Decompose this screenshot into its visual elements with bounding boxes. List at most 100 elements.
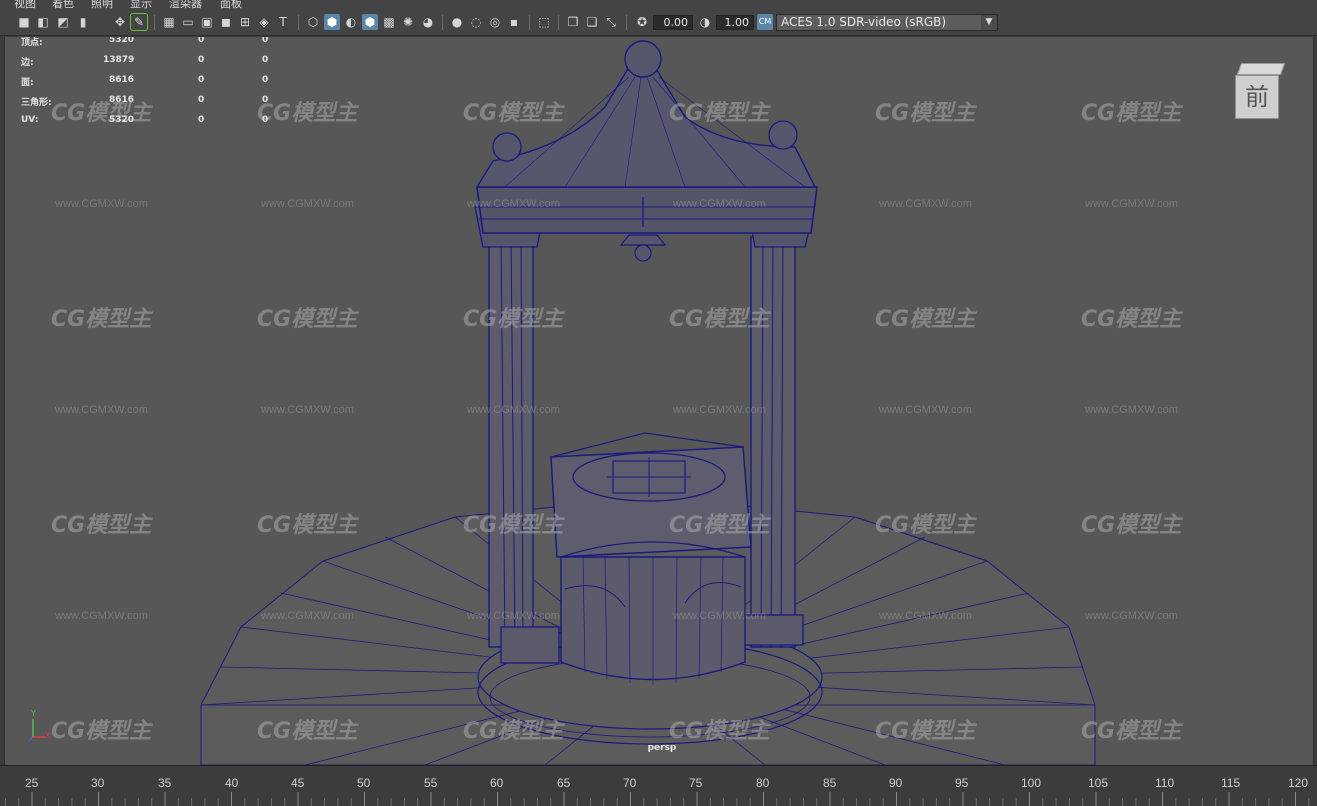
resolution-gate-icon[interactable]: ▣	[199, 14, 215, 30]
bookmark-icon[interactable]: ◩	[55, 14, 71, 30]
wishing-well-wireframe	[200, 40, 1096, 765]
watermark-url: www.CGMXW.com	[1085, 198, 1178, 210]
color-management-icon[interactable]: CM	[757, 14, 773, 30]
axis-gizmo: Y X	[27, 709, 51, 743]
frame-label: 100	[1021, 776, 1042, 790]
frame-label: 85	[823, 776, 837, 790]
watermark-url: www.CGMXW.com	[1085, 404, 1178, 416]
watermark-url: www.CGMXW.com	[879, 198, 972, 210]
menu-shading[interactable]: 着色	[52, 0, 74, 10]
camera-attributes-icon[interactable]: ◧	[35, 14, 51, 30]
gamma-field[interactable]: 1.00	[716, 15, 754, 30]
axis-y-label: Y	[31, 709, 36, 718]
watermark-logo: CG模型主	[875, 513, 976, 538]
watermark-url: www.CGMXW.com	[467, 610, 560, 622]
frame-label: 90	[889, 776, 903, 790]
safe-action-icon[interactable]: ◈	[256, 14, 272, 30]
frame-label: 60	[490, 776, 504, 790]
watermark-logo: CG模型主	[669, 719, 770, 744]
frame-label: 50	[357, 776, 371, 790]
view-cube-top[interactable]	[1236, 63, 1286, 75]
watermark-url: www.CGMXW.com	[467, 404, 560, 416]
frame-all-icon[interactable]: ⤡	[603, 14, 619, 30]
hud-label: 边:	[21, 58, 34, 68]
default-material-icon[interactable]: ◐	[343, 14, 359, 30]
xray-joints-icon[interactable]: ❐	[565, 14, 581, 30]
watermark-logo: CG模型主	[1081, 307, 1182, 332]
watermark-logo: CG模型主	[875, 101, 976, 126]
frame-label: 110	[1155, 776, 1175, 790]
watermark-logo: CG模型主	[1081, 101, 1182, 126]
watermark-logo: CG模型主	[51, 307, 152, 332]
watermark-logo: CG模型主	[875, 719, 976, 744]
menu-lighting[interactable]: 照明	[91, 0, 113, 10]
watermark-logo: CG模型主	[51, 101, 152, 126]
menu-renderer[interactable]: 渲染器	[169, 0, 202, 10]
grid-icon[interactable]: ▦	[161, 14, 177, 30]
view-cube[interactable]: 前	[1233, 63, 1286, 121]
xray-icon[interactable]: ▩	[381, 14, 397, 30]
wireframe-on-shaded-icon[interactable]: ⬢	[362, 14, 378, 30]
watermark-logo: CG模型主	[669, 101, 770, 126]
field-chart-icon[interactable]: ⊞	[237, 14, 253, 30]
watermark-url: www.CGMXW.com	[879, 610, 972, 622]
chevron-down-icon: ▼	[981, 15, 997, 30]
smooth-shade-icon[interactable]: ⬢	[324, 14, 340, 30]
hud-label: 面:	[21, 78, 34, 88]
frame-label: 120	[1288, 776, 1309, 790]
safe-title-icon[interactable]: T	[275, 14, 291, 30]
two-d-pan-zoom-icon[interactable]: ✥	[112, 14, 128, 30]
gamma-icon[interactable]: ◑	[697, 14, 713, 30]
all-lights-icon[interactable]: ✺	[400, 14, 416, 30]
exposure-icon[interactable]: ✪	[634, 14, 650, 30]
wireframe-icon[interactable]: ⬡	[305, 14, 321, 30]
watermark-url: www.CGMXW.com	[261, 198, 354, 210]
time-slider[interactable]: 25 30 35 40 45 50 55 60 65 70 75 80 85 9…	[0, 765, 1317, 806]
film-gate-icon[interactable]: ▭	[180, 14, 196, 30]
frame-label: 25	[25, 776, 39, 790]
multisample-aa-icon[interactable]: ◎	[487, 14, 503, 30]
perspective-viewport[interactable]: CG模型主 CG模型主 CG模型主 CG模型主 CG模型主 CG模型主 www.…	[4, 37, 1314, 765]
frame-label: 65	[557, 776, 571, 790]
gate-mask-icon[interactable]: ◼	[218, 14, 234, 30]
frame-label: 75	[689, 776, 703, 790]
hud-value-total: 8616	[109, 95, 135, 105]
watermark-logo: CG模型主	[51, 719, 152, 744]
watermark-logo: CG模型主	[1081, 513, 1182, 538]
motion-blur-icon[interactable]: ◌	[468, 14, 484, 30]
watermark-logo: CG模型主	[257, 101, 358, 126]
frame-label: 70	[623, 776, 637, 790]
hud-value-triangles: 0	[262, 55, 269, 65]
color-space-value: ACES 1.0 SDR-video (sRGB)	[781, 15, 947, 29]
watermark-logo: CG模型主	[669, 513, 770, 538]
exposure-field[interactable]: 0.00	[653, 15, 693, 30]
frame-label: 95	[955, 776, 969, 790]
isolate-select-icon[interactable]: ⬚	[536, 14, 552, 30]
hud-value-selected: 0	[198, 37, 205, 45]
view-cube-front-face[interactable]: 前	[1235, 75, 1279, 119]
grease-pencil-icon[interactable]: ✎	[130, 13, 148, 31]
hud-value-total: 5320	[109, 115, 135, 125]
watermark-url: www.CGMXW.com	[673, 404, 766, 416]
camera-name-label: persp	[647, 743, 677, 753]
menu-view[interactable]: 视图	[14, 0, 36, 10]
hud-value-total: 13879	[103, 55, 135, 65]
xray-active-icon[interactable]: ❏	[584, 14, 600, 30]
hud-label: UV:	[21, 115, 39, 125]
watermark-url: www.CGMXW.com	[55, 610, 148, 622]
frame-label: 105	[1088, 776, 1109, 790]
color-space-dropdown[interactable]: ACES 1.0 SDR-video (sRGB) ▼	[776, 14, 998, 31]
menu-panels[interactable]: 面板	[220, 0, 242, 10]
watermark-logo: CG模型主	[463, 101, 564, 126]
shadows-icon[interactable]: ◕	[420, 14, 436, 30]
watermark-url: www.CGMXW.com	[261, 610, 354, 622]
watermark-logo: CG模型主	[1081, 719, 1182, 744]
menu-show[interactable]: 显示	[130, 0, 152, 10]
watermark-url: www.CGMXW.com	[879, 404, 972, 416]
depth-of-field-icon[interactable]: ▪	[506, 14, 522, 30]
watermark-logo: CG模型主	[257, 513, 358, 538]
image-plane-icon[interactable]: ▮	[75, 14, 91, 30]
camera-select-icon[interactable]: ■	[16, 14, 32, 30]
axis-x-label: X	[45, 731, 51, 740]
ambient-occlusion-icon[interactable]: ●	[449, 14, 465, 30]
